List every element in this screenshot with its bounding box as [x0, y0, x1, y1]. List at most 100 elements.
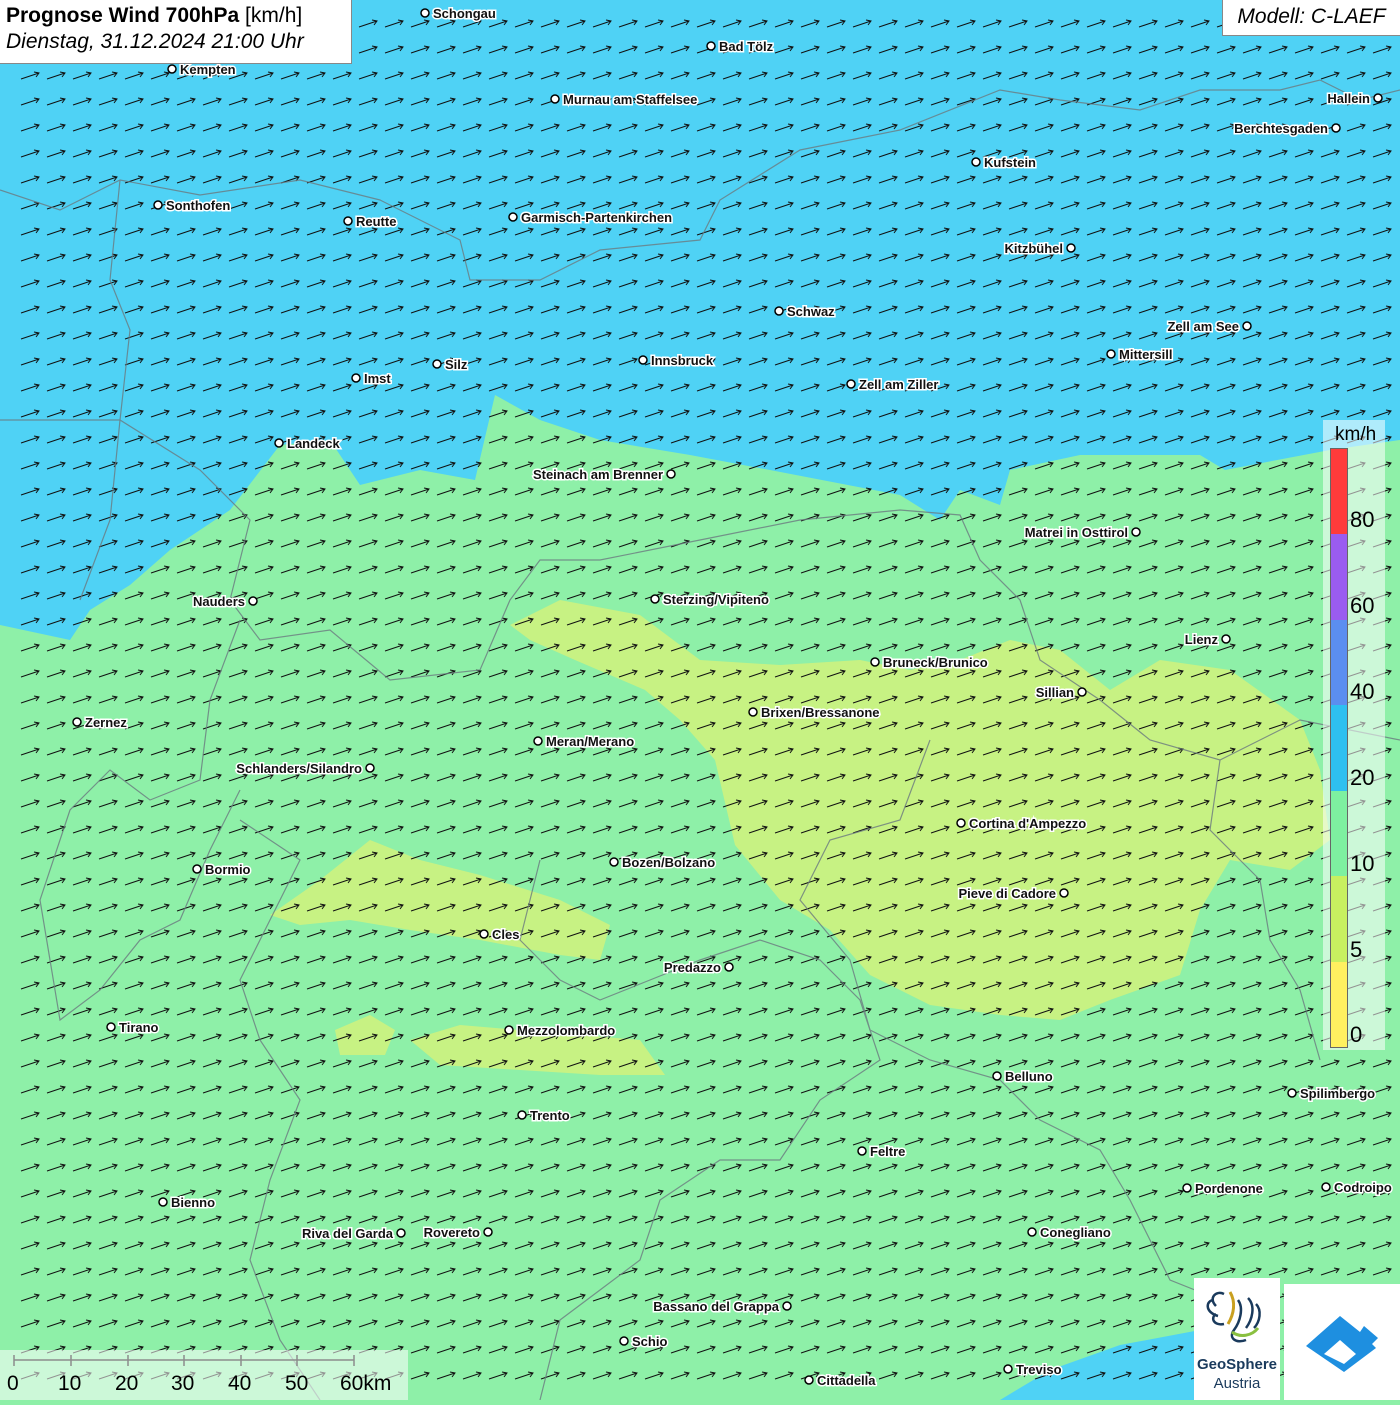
city-dot [619, 1336, 629, 1346]
geosphere-logo: GeoSphere Austria [1194, 1278, 1280, 1400]
city-label: Kufstein [984, 155, 1036, 170]
legend-swatch [1331, 449, 1347, 535]
city-dot [1221, 634, 1231, 644]
city-label: Bassano del Grappa [653, 1299, 779, 1314]
city-dot [274, 438, 284, 448]
city-dot [248, 596, 258, 606]
city-dot [351, 373, 361, 383]
city-label: Schwaz [787, 304, 835, 319]
legend-unit: km/h [1335, 424, 1377, 445]
legend-color-bar [1330, 448, 1348, 1048]
city-dot [420, 8, 430, 18]
city-dot [396, 1228, 406, 1238]
city-label: Berchtesgaden [1234, 121, 1328, 136]
city-dot [343, 216, 353, 226]
city-label: Imst [364, 371, 391, 386]
city-dot [870, 657, 880, 667]
legend-swatch [1331, 619, 1347, 706]
wind-map: Schongau Bad Tölz Kempten Murnau am Staffel… [0, 0, 1400, 1400]
city-dot [1003, 1364, 1013, 1374]
city-label: Cittadella [817, 1373, 876, 1388]
city-dot [1059, 888, 1069, 898]
city-dot [650, 594, 660, 604]
city-dot [72, 717, 82, 727]
city-label: Zernez [85, 715, 127, 730]
city-dot [153, 200, 163, 210]
title-bold: Prognose Wind 700hPa [6, 4, 240, 27]
city-dot [365, 763, 375, 773]
city-dot [158, 1197, 168, 1207]
city-dot [956, 818, 966, 828]
city-label: Rovereto [424, 1225, 480, 1240]
city-label: Matrei in Osttirol [1025, 525, 1128, 540]
city-label: Bad Tölz [719, 39, 774, 54]
city-label: Mittersill [1119, 347, 1172, 362]
city-dot [1321, 1182, 1331, 1192]
city-dot [971, 157, 981, 167]
scale-label: 10 [58, 1372, 82, 1395]
city-label: Kempten [180, 62, 236, 77]
city-dot [1077, 687, 1087, 697]
scale-label: 20 [115, 1372, 139, 1395]
geosphere-name: GeoSphere [1196, 1356, 1278, 1373]
city-label: Mezzolombardo [517, 1023, 615, 1038]
city-label: Brixen/Bressanone [761, 705, 880, 720]
city-label: Cles [492, 927, 519, 942]
scale-label: 60km [340, 1372, 392, 1395]
city-label: Zell am Ziller [859, 377, 938, 392]
city-dot [804, 1375, 814, 1385]
map-title: Prognose Wind 700hPa [km/h] [6, 4, 345, 28]
city-dot [106, 1022, 116, 1032]
city-dot [1131, 527, 1141, 537]
title-panel: Prognose Wind 700hPa [km/h] Dienstag, 31… [0, 0, 352, 64]
city-label: Predazzo [664, 960, 721, 975]
city-label: Kitzbühel [1005, 241, 1064, 256]
city-dot [857, 1146, 867, 1156]
scale-label: 40 [228, 1372, 252, 1395]
city-label: Bozen/Bolzano [622, 855, 715, 870]
city-label: Feltre [870, 1144, 905, 1159]
city-label: Nauders [193, 594, 245, 609]
city-dot [533, 736, 543, 746]
geosphere-country: Austria [1213, 1375, 1261, 1392]
city-dot [666, 469, 676, 479]
city-label: Conegliano [1040, 1225, 1111, 1240]
city-label: Schongau [433, 6, 496, 21]
city-label: Riva del Garda [302, 1226, 394, 1241]
scale-label: 30 [171, 1372, 195, 1395]
city-dot [1287, 1088, 1297, 1098]
city-label: Schlanders/Silandro [236, 761, 362, 776]
legend-swatch [1331, 790, 1347, 877]
city-label: Bienno [171, 1195, 215, 1210]
city-label: Trento [530, 1108, 570, 1123]
city-dot [1182, 1183, 1192, 1193]
city-label: Silz [445, 357, 468, 372]
legend-label: 10 [1350, 851, 1375, 876]
city-label: Garmisch-Partenkirchen [521, 210, 672, 225]
city-dot [609, 857, 619, 867]
city-label: Belluno [1005, 1069, 1053, 1084]
model-label: Modell: C-LAEF [1222, 0, 1400, 36]
city-label: Murnau am Staffelsee [563, 92, 697, 107]
geosphere-emblem-icon [1206, 1291, 1261, 1343]
legend-swatch [1331, 534, 1347, 620]
legend-swatch [1331, 705, 1347, 791]
city-dot [748, 707, 758, 717]
city-dot [479, 929, 489, 939]
city-dot [550, 94, 560, 104]
legend-label: 80 [1350, 507, 1375, 532]
city-dot [846, 379, 856, 389]
legend-label: 40 [1350, 679, 1375, 704]
city-label: Landeck [287, 436, 341, 451]
city-dot [992, 1071, 1002, 1081]
city-dot [508, 212, 518, 222]
city-label: Lienz [1185, 632, 1219, 647]
app-emblem-icon [1306, 1316, 1378, 1372]
legend-label: 5 [1350, 937, 1363, 962]
app-logo [1284, 1284, 1400, 1400]
city-dot [1027, 1227, 1037, 1237]
legend-label: 60 [1350, 593, 1375, 618]
city-dot [483, 1227, 493, 1237]
city-label: Hallein [1327, 91, 1370, 106]
city-label: Bormio [205, 862, 251, 877]
